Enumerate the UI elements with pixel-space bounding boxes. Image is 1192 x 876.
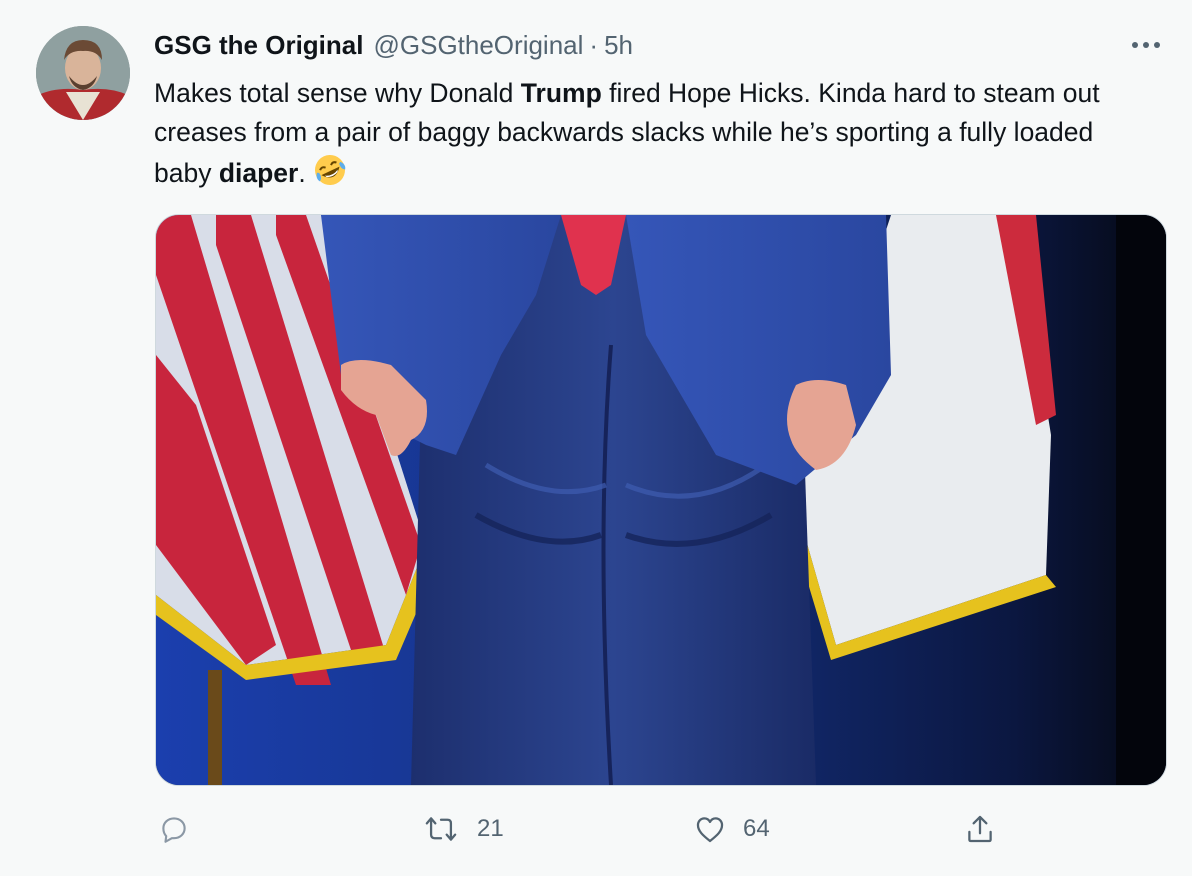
author-name[interactable]: GSG the Original xyxy=(154,30,363,61)
tweet-action-bar: 21 64 xyxy=(0,806,1192,852)
heart-icon xyxy=(696,817,724,843)
tweet-text-bold: Trump xyxy=(520,78,602,108)
tweet-text-segment: . xyxy=(298,158,306,188)
tweet-media-image[interactable] xyxy=(155,214,1167,786)
tweet-text-segment: Makes total sense why Donald xyxy=(154,78,521,108)
reply-icon xyxy=(162,817,186,843)
tweet-timestamp[interactable]: 5h xyxy=(604,30,633,61)
photo xyxy=(156,215,1166,785)
avatar-image xyxy=(36,26,130,120)
more-options-button[interactable] xyxy=(1126,30,1166,60)
author-handle[interactable]: @GSGtheOriginal xyxy=(373,30,583,61)
rolling-on-floor-laughing-emoji xyxy=(312,152,348,199)
retweet-count: 21 xyxy=(477,815,504,842)
separator-dot: · xyxy=(589,30,599,60)
tweet-header: GSG the Original @GSGtheOriginal · 5h xyxy=(154,30,633,64)
more-icon xyxy=(1132,42,1160,48)
like-count: 64 xyxy=(743,815,770,842)
share-button[interactable] xyxy=(963,806,997,852)
reply-button[interactable] xyxy=(157,806,207,852)
share-icon xyxy=(968,815,992,843)
retweet-button[interactable]: 21 xyxy=(421,806,504,852)
like-button[interactable]: 64 xyxy=(693,806,770,852)
retweet-icon xyxy=(425,817,457,841)
tweet-card[interactable]: GSG the Original @GSGtheOriginal · 5h Ma… xyxy=(0,0,1192,876)
avatar[interactable] xyxy=(36,26,130,120)
tweet-text-bold: diaper xyxy=(218,158,299,188)
tweet-text: Makes total sense why Donald Trump fired… xyxy=(154,74,1154,199)
